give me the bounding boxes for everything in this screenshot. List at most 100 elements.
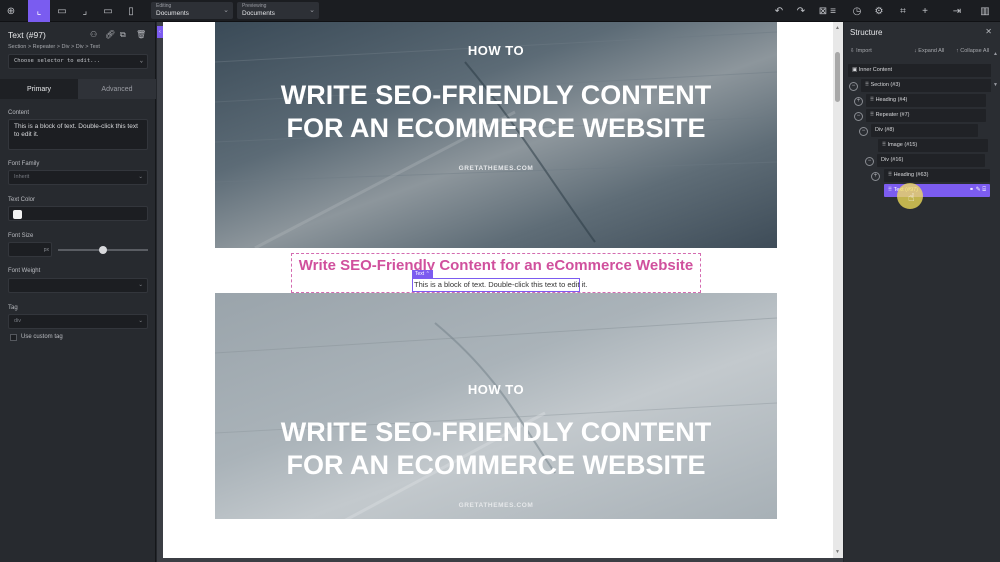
undo-icon[interactable]: ↶ [768,0,790,22]
hero-title-line1: WRITE SEO-FRIENDLY CONTENT [280,417,712,447]
drag-handle-icon[interactable]: ⠿ [865,82,869,88]
hero-section-2[interactable]: HOW TO WRITE SEO-FRIENDLY CONTENT FOR AN… [215,293,777,519]
tree-node-inner-content[interactable]: ▣ Inner Content [848,64,996,77]
plus-icon[interactable]: + [914,0,936,22]
top-toolbar: ⊕ ⌞ ▭ ⌟ ▭ ▯ Editing Documents ⌄ Previewi… [0,0,1000,22]
font-weight-label: Font Weight [8,268,41,274]
breadcrumb[interactable]: Section > Repeater > Div > Div > Text [8,44,100,50]
custom-tag-checkbox[interactable] [10,334,17,341]
text-color-picker[interactable] [8,206,148,221]
arrow-down-icon: ↓ [914,48,917,54]
chevron-down-icon: ⌄ [309,7,315,14]
add-child-icon[interactable]: + [871,172,880,181]
selector-dropdown[interactable]: Choose selector to edit... ⌄ [8,54,148,69]
add-child-icon[interactable]: + [854,97,863,106]
chevron-down-icon: ⌄ [138,282,143,288]
collapse-toggle-icon[interactable]: − [849,82,858,91]
structure-scrollbar[interactable]: ▲ ▼ [991,22,1000,562]
tree-node-label: Repeater (#7) [875,112,910,118]
previewing-context-select[interactable]: Previewing Documents ⌄ [237,2,319,19]
phone-icon[interactable]: ▯ [120,0,142,22]
redo-icon[interactable]: ↷ [790,0,812,22]
scrollbar-thumb[interactable] [835,52,840,102]
color-swatch[interactable] [13,210,22,219]
font-family-select[interactable]: Inherit ⌄ [8,170,148,185]
chevron-up-icon: ⌃ [425,271,430,277]
custom-tag-label[interactable]: Use custom tag [21,334,63,340]
tree-icon[interactable]: ⚇ [90,30,97,39]
drag-handle-icon[interactable]: ⠿ [882,142,886,148]
collapse-all-button[interactable]: ↑ Collapse All [956,48,989,54]
font-size-input[interactable]: px [8,242,52,257]
layout-icon[interactable]: ▭ [51,0,73,22]
font-size-unit[interactable]: px [44,247,49,253]
content-textarea[interactable]: This is a block of text. Double-click th… [8,119,148,150]
text-color-label: Text Color [8,197,36,203]
import-button[interactable]: ⇩ Import [850,48,872,54]
tablet-landscape-icon[interactable]: ▭ [97,0,119,22]
scroll-up-icon[interactable]: ▲ [835,25,840,31]
text-block[interactable]: This is a block of text. Double-click th… [414,280,587,289]
drag-handle-icon[interactable]: ⠿ [888,187,892,193]
corner-icon[interactable]: ⌟ [74,0,96,22]
editing-context-select[interactable]: Editing Documents ⌄ [151,2,233,19]
panel-tabs: Primary Advanced [0,79,156,99]
gear-icon[interactable]: ⚙ [868,0,890,22]
tag-select[interactable]: div ⌄ [8,314,148,329]
scroll-down-icon[interactable]: ▼ [835,549,840,555]
code-icon[interactable]: ⌗ [892,0,914,22]
badge-label: Text [415,271,425,277]
hero-kicker: HOW TO [467,382,525,397]
hero-title-line2: FOR AN ECOMMERCE WEBSITE [286,450,706,480]
collapse-toggle-icon[interactable]: − [865,157,874,166]
hero-title-line2: FOR AN ECOMMERCE WEBSITE [286,113,706,143]
text-element-selected[interactable]: This is a block of text. Double-click th… [412,278,587,292]
post-heading[interactable]: Write SEO-Friendly Content for an eComme… [292,257,700,274]
drag-handle-icon[interactable]: ⠿ [870,97,874,103]
tree-node-heading-4[interactable]: ⠿ Heading (#4) [866,94,986,107]
font-size-slider-handle[interactable] [99,246,107,254]
tree-node-repeater[interactable]: ⠿ Repeater (#7) [866,109,986,122]
chevron-down-icon: ⌄ [223,7,229,14]
tree-node-label: Image (#15) [887,142,918,148]
content-label: Content [8,110,30,116]
element-settings-panel: Text (#97) ⚇ 🔗︎ ⧉ 🗑︎ Section > Repeater … [0,22,156,562]
preview-layout-icon[interactable]: ⌞ [28,0,50,22]
font-family-value: Inherit [14,174,30,180]
link-icon[interactable]: 🔗︎ [105,30,115,39]
canvas-scrollbar[interactable]: ▲ ▼ [833,22,843,558]
drag-handle-icon[interactable]: ⠿ [888,172,892,178]
box-icon: ▣ [852,67,858,73]
hero-section-1[interactable]: HOW TO WRITE SEO-FRIENDLY CONTENT FOR AN… [215,22,777,248]
copy-icon[interactable]: ⧉ [120,30,126,40]
scroll-down-icon[interactable]: ▼ [993,82,998,88]
expand-all-button[interactable]: ↓ Expand All [914,48,944,54]
collapse-toggle-icon[interactable]: − [859,127,868,136]
hand-cursor-icon: ☝ [908,192,915,204]
node-actions-icon[interactable]: ⚭ ✎ ⌸ [969,186,986,194]
drag-handle-icon[interactable]: ⠿ [870,112,874,118]
tree-node-div-8[interactable]: Div (#8) [871,124,978,137]
text-element-badge[interactable]: Text ⌃ [412,270,433,278]
previewing-label: Previewing [242,3,267,9]
trash-icon[interactable]: 🗑︎ [136,30,146,39]
font-weight-select[interactable]: ⌄ [8,278,148,293]
sidebar-icon[interactable]: ▥ [974,0,996,22]
tree-node-label: Section (#3) [870,82,901,88]
scroll-up-icon[interactable]: ▲ [993,51,998,57]
tag-value: div [14,318,22,324]
tab-primary[interactable]: Primary [0,79,78,99]
list-icon[interactable]: ≡ [822,0,844,22]
panel-title: Text (#97) [8,30,46,40]
exit-icon[interactable]: ⇥ [946,0,968,22]
tree-node-heading-63[interactable]: ⠿ Heading (#63) [884,169,990,182]
book-pages-background [215,317,777,519]
wordpress-icon[interactable]: ⊕ [0,0,22,22]
tree-node-section[interactable]: ⠿ Section (#3) [861,79,996,92]
tab-advanced[interactable]: Advanced [78,79,156,99]
collapse-toggle-icon[interactable]: − [854,112,863,121]
tree-node-image[interactable]: ⠿ Image (#15) [878,139,988,152]
page-preview-frame: HOW TO WRITE SEO-FRIENDLY CONTENT FOR AN… [163,22,833,558]
tree-node-div-16[interactable]: Div (#16) [877,154,985,167]
history-icon[interactable]: ◷ [846,0,868,22]
